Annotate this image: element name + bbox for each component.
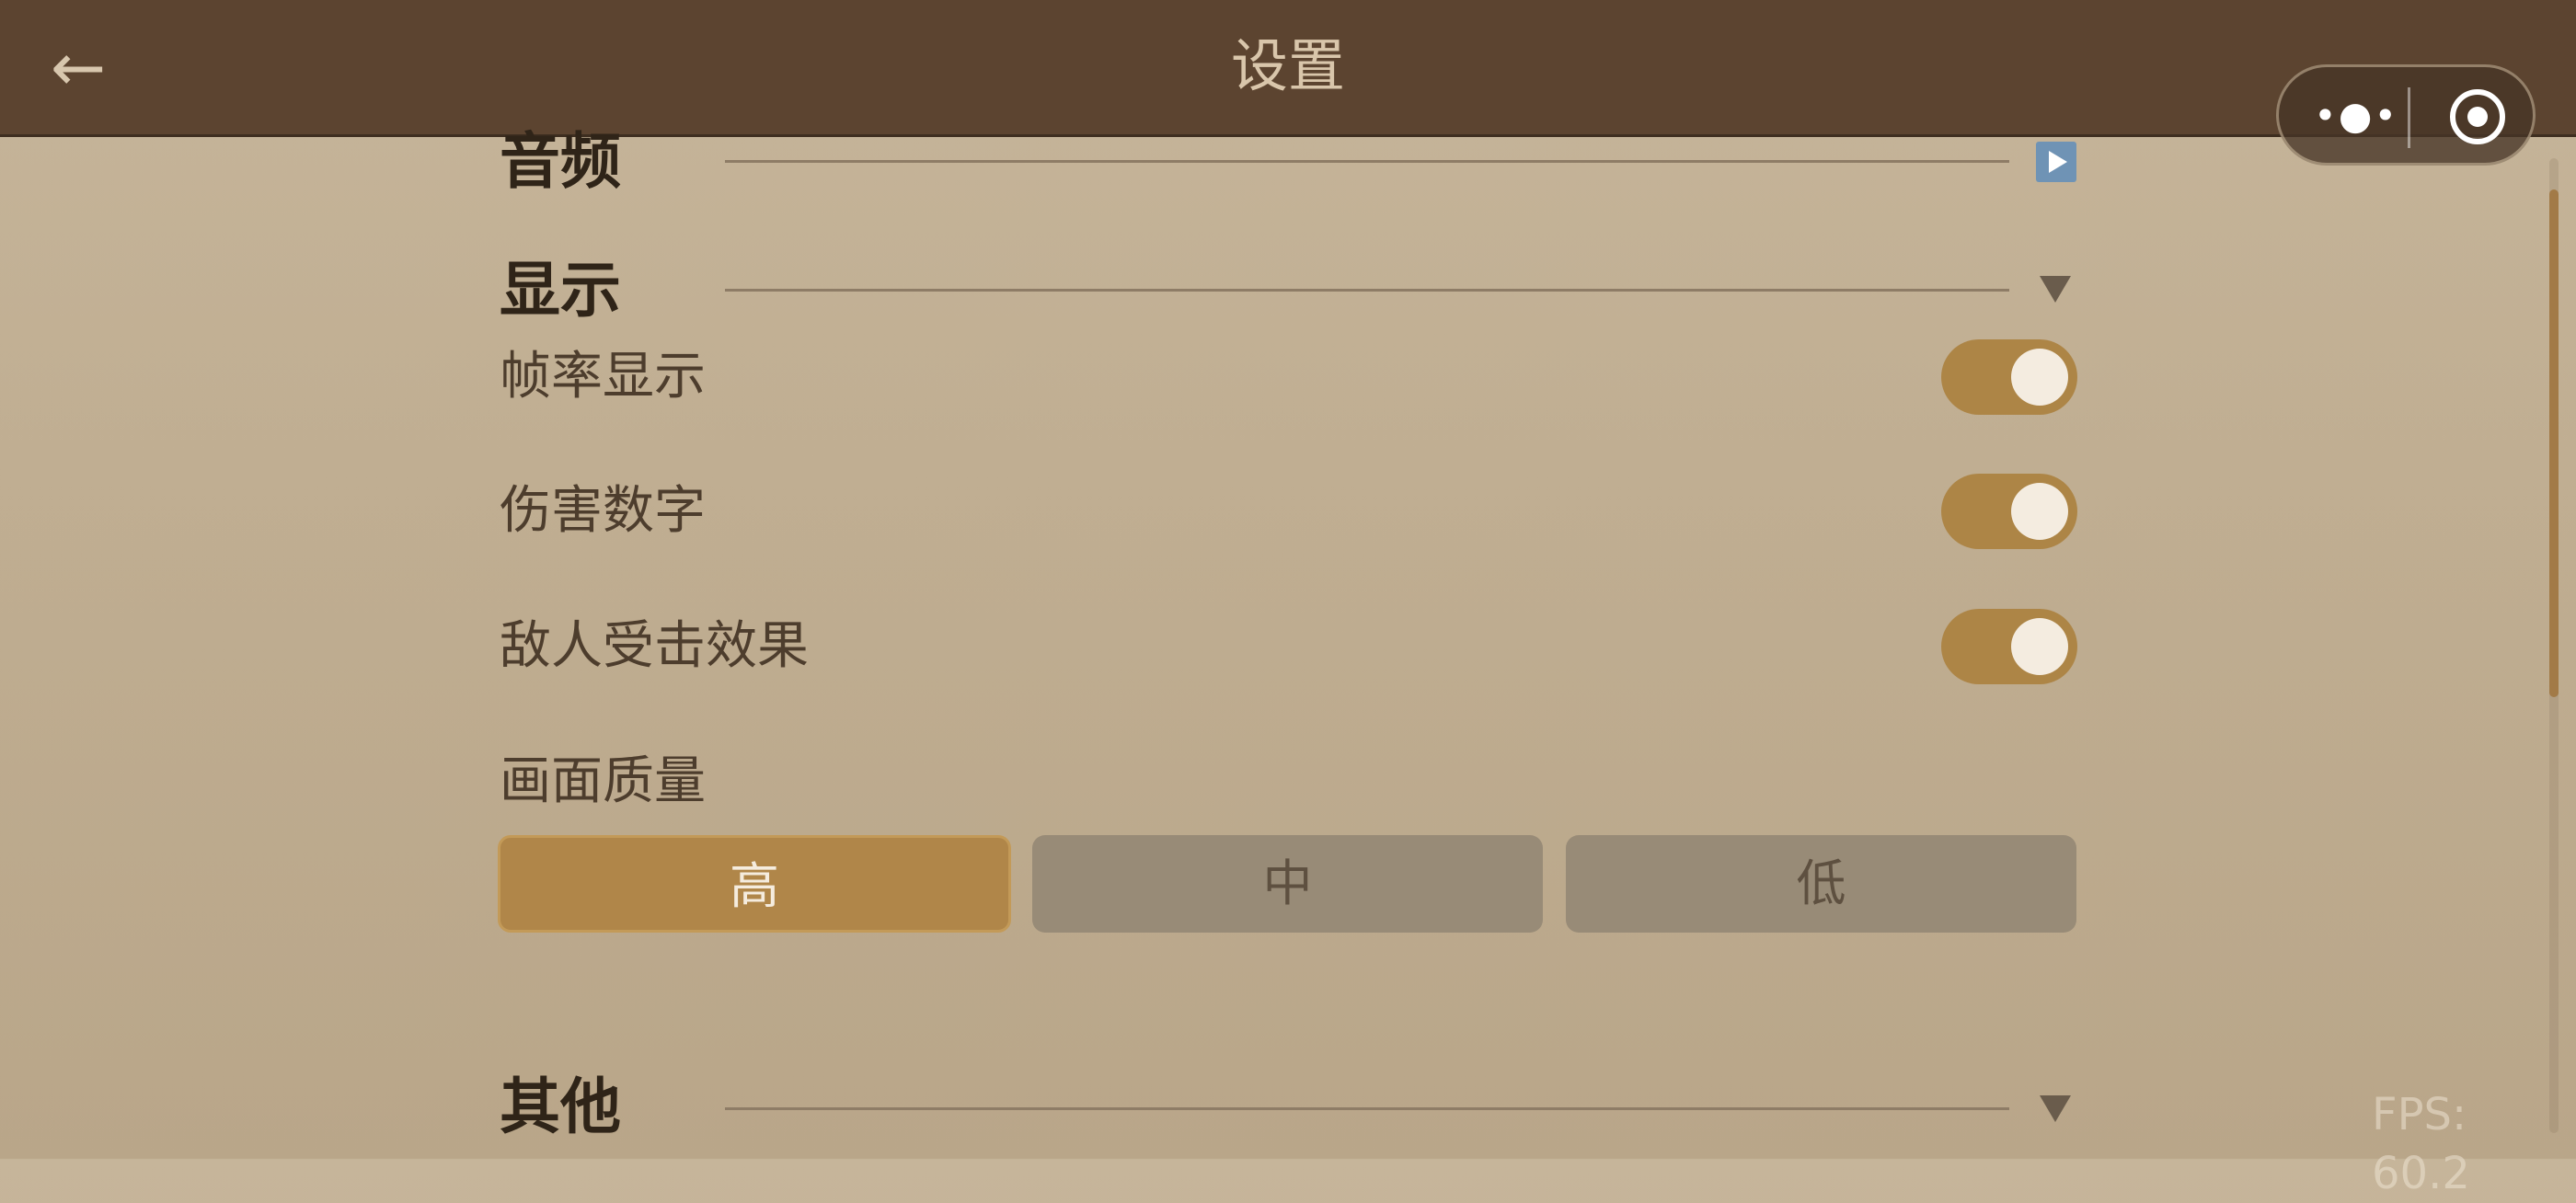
fps-toggle[interactable] <box>1941 339 2077 415</box>
toggle-label-hit-effect: 敌人受击效果 <box>500 616 809 676</box>
play-icon[interactable] <box>2036 142 2076 182</box>
toggle-label-damage: 伤害数字 <box>500 481 706 541</box>
triangle-down-icon[interactable] <box>2040 276 2071 303</box>
quality-low-button[interactable]: 低 <box>1566 835 2076 933</box>
page-title: 设置 <box>1230 32 1345 99</box>
toggle-label-fps: 帧率显示 <box>500 347 706 407</box>
section-title-other: 其他 <box>500 1071 621 1142</box>
mini-program-capsule: •●• <box>2276 64 2536 166</box>
toggle-knob <box>2011 483 2068 540</box>
capsule-divider <box>2408 87 2410 148</box>
toggle-knob <box>2011 618 2068 675</box>
section-divider <box>725 160 2009 163</box>
damage-number-toggle[interactable] <box>1941 474 2077 549</box>
toggle-knob <box>2011 349 2068 406</box>
scrollbar-thumb[interactable] <box>2549 189 2559 697</box>
section-divider <box>725 289 2009 292</box>
top-bar: ← 设置 <box>0 0 2576 137</box>
fps-counter: FPS: 60.2 <box>2372 1089 2470 1199</box>
quality-medium-button[interactable]: 中 <box>1032 835 1543 933</box>
quality-label: 画面质量 <box>500 751 706 811</box>
section-title-display: 显示 <box>500 255 621 326</box>
more-dots-icon[interactable]: •●• <box>2314 93 2397 139</box>
target-icon[interactable] <box>2450 89 2505 144</box>
section-title-audio: 音频 <box>500 126 621 197</box>
hit-effect-toggle[interactable] <box>1941 609 2077 684</box>
quality-high-button[interactable]: 高 <box>498 835 1011 933</box>
triangle-down-icon[interactable] <box>2040 1095 2071 1122</box>
section-divider <box>725 1107 2009 1110</box>
